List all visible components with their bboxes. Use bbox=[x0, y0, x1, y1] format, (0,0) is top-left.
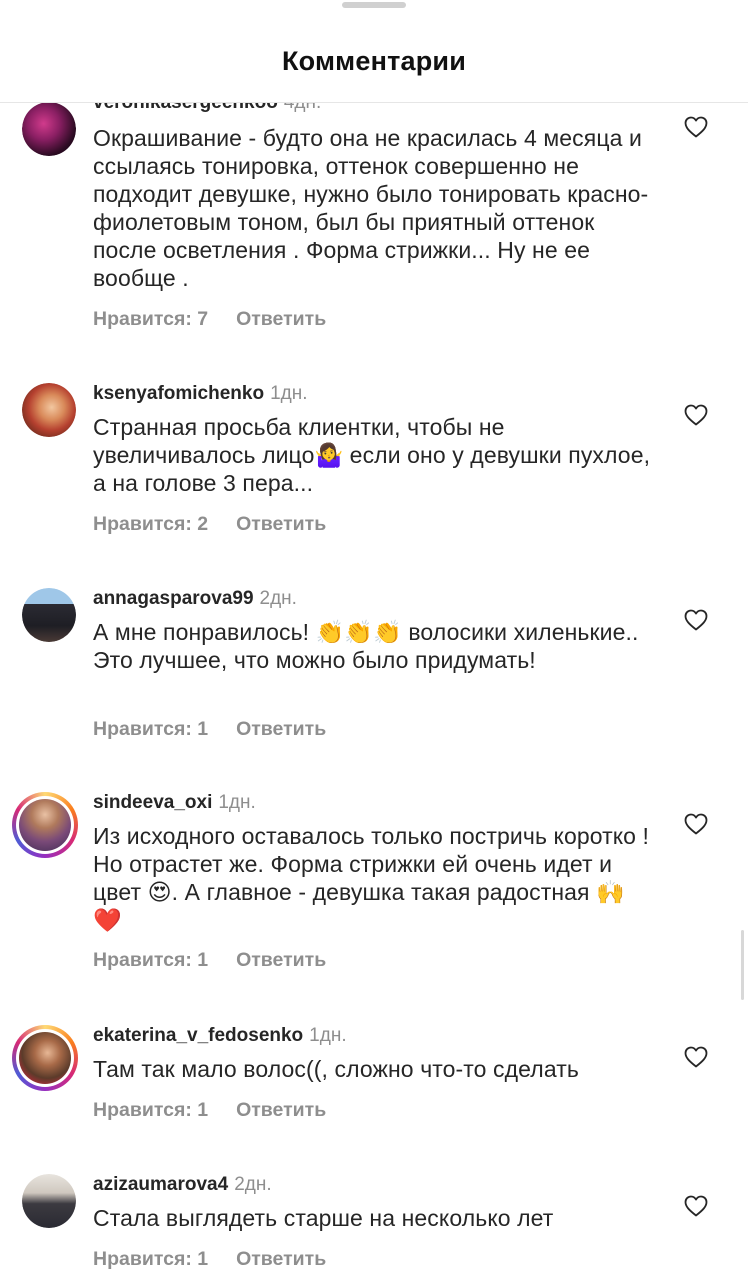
heart-outline-icon[interactable] bbox=[684, 1046, 708, 1068]
comment-actions: Нравится: 1 Ответить bbox=[93, 718, 326, 741]
comment-time: 1дн. bbox=[218, 792, 256, 813]
comment-username[interactable]: annagasparova99 bbox=[93, 588, 254, 609]
likes-count[interactable]: Нравится: 1 bbox=[93, 1248, 208, 1270]
comment-actions: Нравится: 7 Ответить bbox=[93, 308, 326, 331]
sheet-grabber[interactable] bbox=[342, 2, 406, 8]
scrollbar[interactable] bbox=[741, 930, 744, 1000]
avatar[interactable] bbox=[22, 588, 76, 642]
comment-text: Из исходного оставалось только постричь … bbox=[93, 823, 650, 933]
heart-outline-icon[interactable] bbox=[684, 404, 708, 426]
reply-button[interactable]: Ответить bbox=[236, 949, 326, 971]
comment-username[interactable]: ekaterina_v_fedosenko bbox=[93, 1025, 303, 1046]
comment-actions: Нравится: 1 Ответить bbox=[93, 949, 326, 972]
comment-meta: ekaterina_v_fedosenko 1дн. bbox=[93, 1025, 347, 1047]
heart-outline-icon[interactable] bbox=[684, 116, 708, 138]
likes-count[interactable]: Нравится: 1 bbox=[93, 718, 208, 740]
reply-button[interactable]: Ответить bbox=[236, 718, 326, 740]
comment-text: Странная просьба клиентки, чтобы не увел… bbox=[93, 414, 651, 496]
avatar[interactable] bbox=[12, 1025, 78, 1091]
comment-actions: Нравится: 2 Ответить bbox=[93, 513, 326, 536]
comments-list: veronikasergeenkoo4дн. Окрашивание - буд… bbox=[0, 0, 748, 1280]
reply-button[interactable]: Ответить bbox=[236, 1099, 326, 1121]
heart-outline-icon[interactable] bbox=[684, 1195, 708, 1217]
likes-count[interactable]: Нравится: 1 bbox=[93, 949, 208, 971]
heart-outline-icon[interactable] bbox=[684, 609, 708, 631]
likes-count[interactable]: Нравится: 2 bbox=[93, 513, 208, 535]
reply-button[interactable]: Ответить bbox=[236, 308, 326, 330]
likes-count[interactable]: Нравится: 7 bbox=[93, 308, 208, 330]
comment-username[interactable]: sindeeva_oxi bbox=[93, 792, 212, 813]
comment-meta: ksenyafomichenko 1дн. bbox=[93, 383, 308, 405]
avatar[interactable] bbox=[22, 383, 76, 437]
comment-text: Там так мало волос((, сложно что-то сдел… bbox=[93, 1056, 579, 1082]
comment-time: 2дн. bbox=[259, 588, 297, 609]
comment-actions: Нравится: 1 Ответить bbox=[93, 1248, 326, 1271]
likes-count[interactable]: Нравится: 1 bbox=[93, 1099, 208, 1121]
comment-meta: annagasparova99 2дн. bbox=[93, 588, 297, 610]
avatar[interactable] bbox=[22, 1174, 76, 1228]
avatar[interactable] bbox=[12, 792, 78, 858]
comment-time: 1дн. bbox=[309, 1025, 347, 1046]
heart-outline-icon[interactable] bbox=[684, 813, 708, 835]
reply-button[interactable]: Ответить bbox=[236, 1248, 326, 1270]
comment-time: 1дн. bbox=[270, 383, 308, 404]
reply-button[interactable]: Ответить bbox=[236, 513, 326, 535]
comment-actions: Нравится: 1 Ответить bbox=[93, 1099, 326, 1122]
comment-text: А мне понравилось! 👏👏👏 волосики хиленьки… bbox=[93, 619, 639, 673]
comment-meta: sindeeva_oxi 1дн. bbox=[93, 792, 256, 814]
comment-username[interactable]: ksenyafomichenko bbox=[93, 383, 264, 404]
comment-text: Стала выглядеть старше на несколько лет bbox=[93, 1205, 554, 1231]
comment-meta: azizaumarova4 2дн. bbox=[93, 1174, 272, 1196]
sheet-header: Комментарии bbox=[0, 0, 748, 103]
comment-username[interactable]: azizaumarova4 bbox=[93, 1174, 228, 1195]
comment-time: 2дн. bbox=[234, 1174, 272, 1195]
page-title: Комментарии bbox=[281, 46, 466, 76]
comment-text: Окрашивание - будто она не красилась 4 м… bbox=[93, 125, 649, 291]
avatar[interactable] bbox=[22, 102, 76, 156]
